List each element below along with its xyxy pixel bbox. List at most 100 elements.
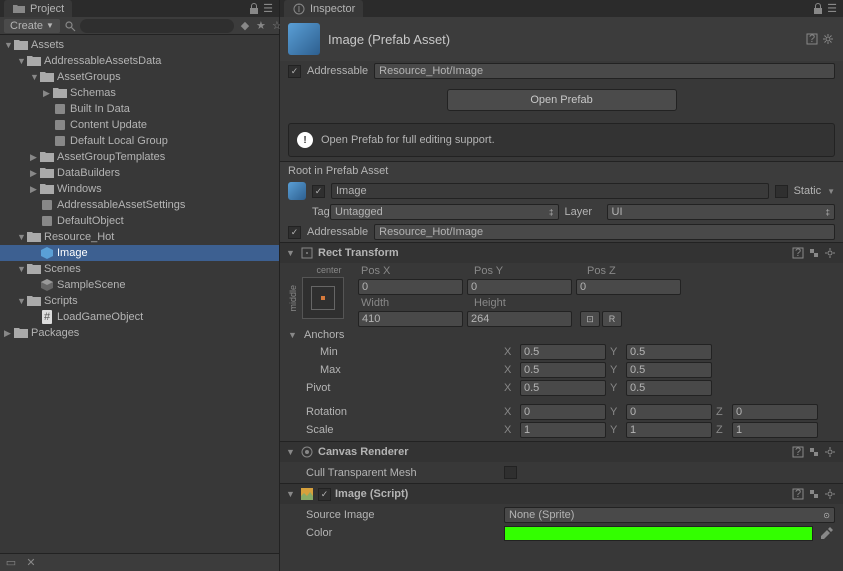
inspector-tab[interactable]: i Inspector: [284, 0, 363, 18]
anchor-max-x[interactable]: [520, 362, 606, 378]
blueprint-mode-button[interactable]: ⊡: [580, 311, 600, 327]
help-icon[interactable]: ?: [791, 445, 805, 459]
gear-icon[interactable]: [821, 32, 835, 46]
scale-x[interactable]: [520, 422, 606, 438]
addressable-checkbox[interactable]: ✓: [288, 65, 301, 78]
canvas-renderer-header[interactable]: ▼ Canvas Renderer ?: [280, 441, 843, 462]
prefab-icon: [40, 246, 54, 260]
static-checkbox[interactable]: [775, 185, 788, 198]
preset-icon[interactable]: [807, 487, 821, 501]
rot-z[interactable]: [732, 404, 818, 420]
project-tab[interactable]: Project: [4, 0, 72, 18]
expand-arrow-icon[interactable]: ▶: [30, 152, 40, 163]
tag-dropdown[interactable]: Untagged‡: [330, 204, 559, 220]
expand-arrow-icon[interactable]: ▼: [4, 40, 14, 50]
width-label: Width: [358, 297, 467, 309]
lock-icon[interactable]: [247, 2, 261, 16]
tree-item[interactable]: ▶Windows: [0, 181, 279, 197]
posz-field[interactable]: [576, 279, 681, 295]
open-prefab-button[interactable]: Open Prefab: [447, 89, 677, 111]
tree-item[interactable]: SampleScene: [0, 277, 279, 293]
gear-icon[interactable]: [823, 246, 837, 260]
tree-item[interactable]: ▼Resource_Hot: [0, 229, 279, 245]
image-component-header[interactable]: ▼ ✓ Image (Script) ?: [280, 483, 843, 504]
tree-item[interactable]: Image: [0, 245, 279, 261]
name-field[interactable]: [331, 183, 769, 199]
expand-arrow-icon[interactable]: ▼: [17, 296, 27, 306]
expand-arrow-icon[interactable]: ▶: [30, 184, 40, 195]
anchor-max-y[interactable]: [626, 362, 712, 378]
expand-arrow-icon[interactable]: ▶: [4, 328, 14, 339]
tree-item[interactable]: ▼AddressableAssetsData: [0, 53, 279, 69]
addressable-field[interactable]: [374, 63, 835, 79]
lock-icon[interactable]: [811, 2, 825, 16]
tree-item[interactable]: ▼Scenes: [0, 261, 279, 277]
folder-icon: [40, 70, 54, 84]
tree-item[interactable]: ▼Assets: [0, 37, 279, 53]
gear-icon[interactable]: [823, 445, 837, 459]
tree-item[interactable]: Built In Data: [0, 101, 279, 117]
tree-item-label: Default Local Group: [70, 135, 168, 147]
layer-dropdown[interactable]: UI‡: [607, 204, 836, 220]
anchor-min-x[interactable]: [520, 344, 606, 360]
tree-item[interactable]: ▶Packages: [0, 325, 279, 341]
anchor-min-y[interactable]: [626, 344, 712, 360]
tree-item[interactable]: Default Local Group: [0, 133, 279, 149]
expand-arrow-icon[interactable]: ▼: [17, 56, 27, 66]
preset-icon[interactable]: [807, 246, 821, 260]
addressable-field-2[interactable]: [374, 224, 835, 240]
tree-item[interactable]: #LoadGameObject: [0, 309, 279, 325]
scale-z[interactable]: [732, 422, 818, 438]
expand-arrow-icon[interactable]: ▶: [43, 88, 53, 99]
tree-item[interactable]: ▶DataBuilders: [0, 165, 279, 181]
tree-item[interactable]: Content Update: [0, 117, 279, 133]
footer-layout-icon[interactable]: ▭: [4, 556, 18, 570]
tree-item[interactable]: ▶Schemas: [0, 85, 279, 101]
addressable-checkbox-2[interactable]: ✓: [288, 226, 301, 239]
image-enabled-checkbox[interactable]: ✓: [318, 488, 331, 501]
create-button[interactable]: Create▼: [4, 19, 60, 33]
eyedropper-icon[interactable]: [819, 525, 835, 541]
rot-x[interactable]: [520, 404, 606, 420]
footer-close-icon[interactable]: ✕: [24, 556, 38, 570]
pivot-y[interactable]: [626, 380, 712, 396]
anchor-preset-button[interactable]: [302, 277, 344, 319]
static-dropdown-icon[interactable]: ▼: [827, 187, 835, 196]
tree-item-label: Image: [57, 247, 88, 259]
tree-item[interactable]: ▼Scripts: [0, 293, 279, 309]
raw-edit-button[interactable]: R: [602, 311, 622, 327]
posy-field[interactable]: [467, 279, 572, 295]
gear-icon[interactable]: [823, 487, 837, 501]
menu-icon[interactable]: ☰: [825, 2, 839, 16]
scale-label: Scale: [288, 424, 498, 436]
height-field[interactable]: [467, 311, 572, 327]
active-checkbox[interactable]: ✓: [312, 185, 325, 198]
expand-arrow-icon[interactable]: ▼: [17, 264, 27, 274]
expand-arrow-icon[interactable]: ▶: [30, 168, 40, 179]
help-icon[interactable]: ?: [805, 32, 819, 46]
expand-arrow-icon[interactable]: ▼: [17, 232, 27, 242]
tree-item[interactable]: ▶AssetGroupTemplates: [0, 149, 279, 165]
help-icon[interactable]: ?: [791, 246, 805, 260]
tree-item[interactable]: AddressableAssetSettings: [0, 197, 279, 213]
source-image-field[interactable]: None (Sprite)⊙: [504, 507, 835, 523]
preset-icon[interactable]: [807, 445, 821, 459]
filter-type-icon[interactable]: ◆: [238, 19, 252, 33]
scene-icon: [40, 278, 54, 292]
cull-checkbox[interactable]: [504, 466, 517, 479]
rect-transform-header[interactable]: ▼ Rect Transform ?: [280, 242, 843, 263]
help-icon[interactable]: ?: [791, 487, 805, 501]
rot-y[interactable]: [626, 404, 712, 420]
filter-label-icon[interactable]: ★: [254, 19, 268, 33]
tree-item[interactable]: DefaultObject: [0, 213, 279, 229]
search-input[interactable]: [80, 19, 234, 33]
scale-y[interactable]: [626, 422, 712, 438]
tree-item[interactable]: ▼AssetGroups: [0, 69, 279, 85]
expand-arrow-icon[interactable]: ▼: [30, 72, 40, 82]
pivot-x[interactable]: [520, 380, 606, 396]
posx-field[interactable]: [358, 279, 463, 295]
anchors-label[interactable]: Anchors: [304, 329, 344, 341]
menu-icon[interactable]: ☰: [261, 2, 275, 16]
width-field[interactable]: [358, 311, 463, 327]
color-field[interactable]: [504, 526, 813, 541]
